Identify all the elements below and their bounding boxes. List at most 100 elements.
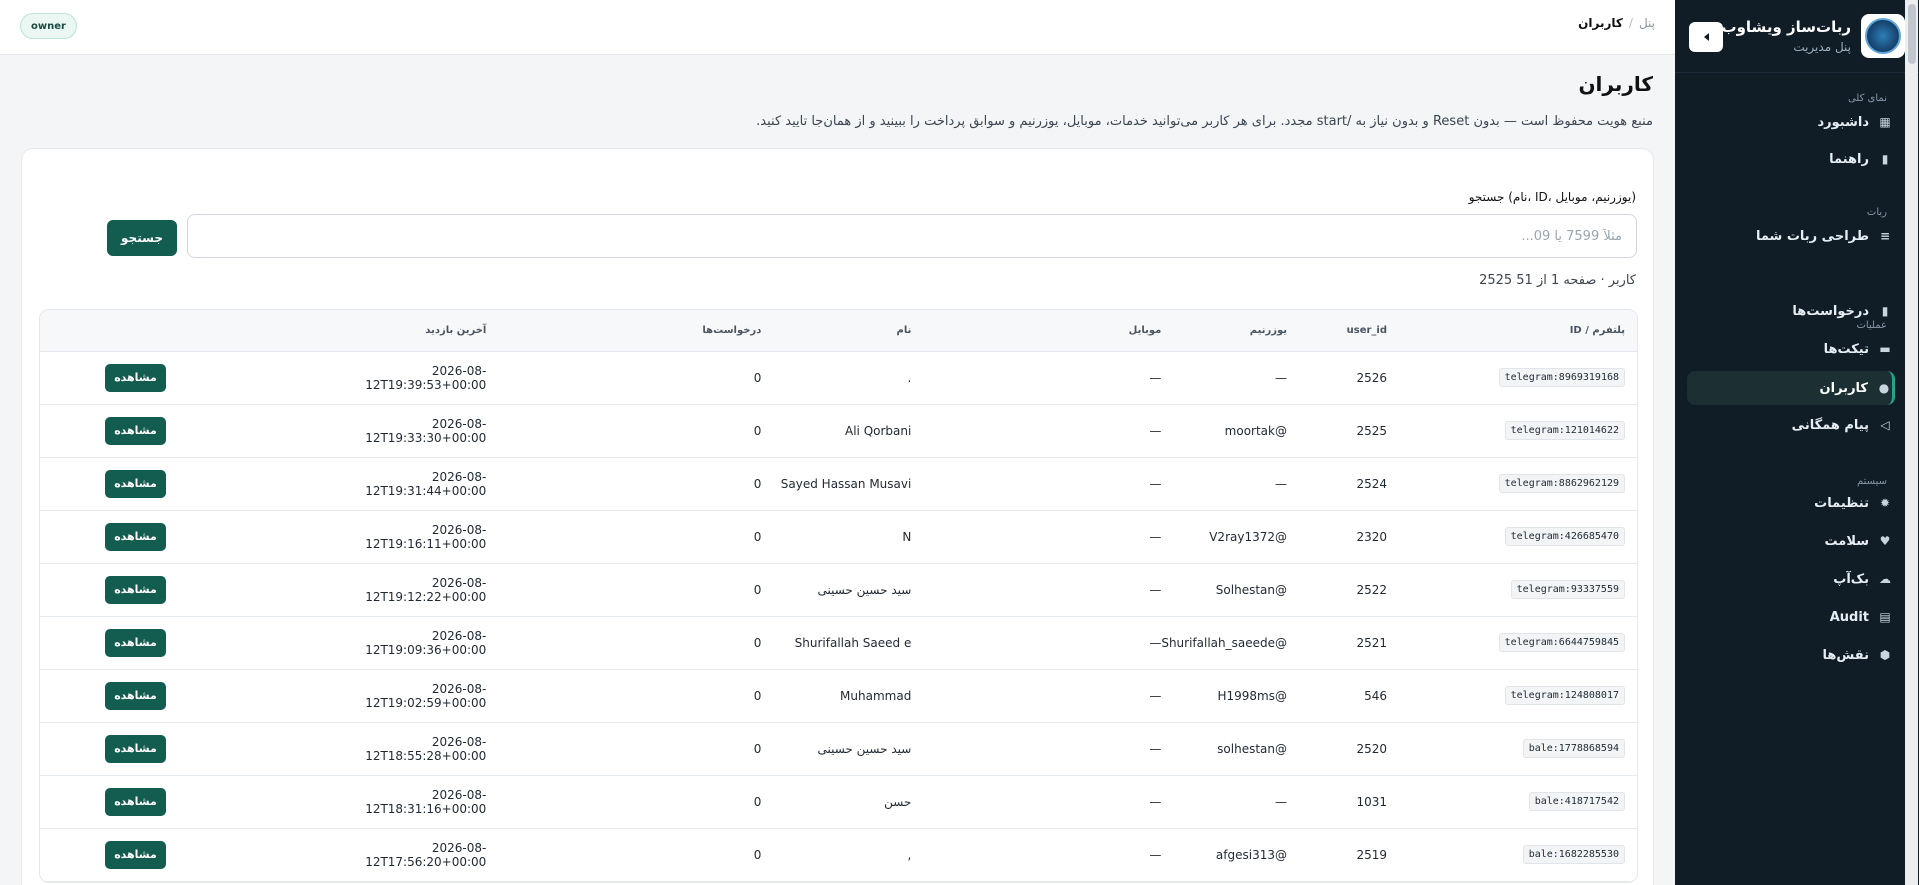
- view-user-button[interactable]: مشاهده: [105, 469, 166, 498]
- sidebar-item-3-0[interactable]: ✹ تنظیمات: [1685, 486, 1893, 520]
- search-button[interactable]: جستجو: [107, 220, 177, 256]
- requests-cell-text: 0: [753, 476, 762, 491]
- mobile-cell-text: —: [1149, 794, 1162, 809]
- sidebar-item-label: داشبورد: [1817, 114, 1869, 130]
- requests-cell-text: 0: [753, 635, 762, 650]
- scrollbar-thumb[interactable]: [1908, 4, 1916, 64]
- last-seen-cell-text: 2026-08-12T19:12:22+00:00: [365, 575, 487, 604]
- app-title: ربات‌ساز ویشاوب: [1721, 18, 1851, 36]
- bookmark-icon: ▮: [1881, 304, 1889, 318]
- page-scrollbar[interactable]: [1905, 0, 1918, 885]
- username-cell-text: @solhestan: [1217, 741, 1287, 756]
- user-id-cell-text: 2524: [1356, 476, 1387, 491]
- mobile-cell: —: [911, 775, 1162, 829]
- col-requests: درخواست‌ها: [486, 310, 762, 352]
- users-card: جستجو (نام، ID، یوزرنیم، موبایل) جستجو 2…: [21, 148, 1654, 885]
- username-cell-text: —: [1275, 370, 1287, 385]
- platform-id-cell-text: telegram:8862962129: [1498, 474, 1625, 493]
- view-user-button[interactable]: مشاهده: [105, 522, 166, 551]
- username-cell: @H1998ms: [1161, 669, 1287, 723]
- sidebar-item-2-0[interactable]: ▮ درخواست‌ها: [1685, 294, 1893, 328]
- page-title: کاربران: [1578, 72, 1653, 96]
- mobile-cell-text: —: [1149, 847, 1162, 862]
- table-row: telegram:121014622 2525 @moortak — Ali Qorba…: [40, 404, 1637, 458]
- user-icon: ●: [1878, 381, 1890, 395]
- sidebar-item-label: کاربران: [1819, 380, 1868, 396]
- sidebar-item-2-3[interactable]: ◁ پیام همگانی: [1685, 408, 1893, 442]
- mobile-cell: —: [911, 669, 1162, 723]
- view-user-button[interactable]: مشاهده: [105, 363, 166, 392]
- user-id-cell: 2526: [1287, 351, 1387, 405]
- username-cell: —: [1161, 775, 1287, 829]
- sidebar-item-3-3[interactable]: ▤ Audit: [1685, 600, 1893, 634]
- actions-cell: مشاهده: [40, 351, 360, 405]
- name-cell: Shurifallah Saeed e: [761, 616, 912, 670]
- username-cell-text: @H1998ms: [1217, 688, 1287, 703]
- user-id-cell: 2519: [1287, 828, 1387, 882]
- actions-cell: مشاهده: [40, 722, 360, 776]
- view-user-button[interactable]: مشاهده: [105, 628, 166, 657]
- sidebar-item-0-1[interactable]: ▮ راهنما: [1685, 142, 1893, 176]
- sidebar-item-0-0[interactable]: ▦ داشبورد: [1685, 105, 1893, 139]
- megaphone-icon: ◁: [1880, 418, 1890, 432]
- heart-icon: ♥: [1879, 534, 1891, 548]
- sidebar-item-3-2[interactable]: ☁ بک‌آپ: [1685, 562, 1893, 596]
- search-input[interactable]: [187, 214, 1637, 258]
- table-row: telegram:8862962129 2524 — — Sayed Hassan Mu…: [40, 457, 1637, 511]
- mobile-cell: —: [911, 457, 1162, 511]
- last-seen-cell: 2026-08-12T19:09:36+00:00: [359, 616, 487, 670]
- last-seen-cell-text: 2026-08-12T18:31:16+00:00: [365, 787, 487, 816]
- col-name: نام: [761, 310, 912, 352]
- mobile-cell: —: [911, 351, 1162, 405]
- username-cell-text: @afgesi313: [1215, 847, 1287, 862]
- requests-cell: 0: [486, 563, 762, 617]
- name-cell-text: سید حسین حسینی: [817, 741, 912, 756]
- platform-id-cell: telegram:8862962129: [1387, 457, 1637, 511]
- username-cell-text: @Solhestan: [1215, 582, 1287, 597]
- platform-id-cell-text: bale:418717542: [1528, 792, 1625, 811]
- table-row: telegram:93337559 2522 @Solhestan — سید حسین…: [40, 563, 1637, 617]
- cloud-icon: ☁: [1879, 572, 1891, 586]
- col-actions: [40, 310, 360, 352]
- sidebar-item-2-2[interactable]: ● کاربران: [1687, 371, 1895, 405]
- view-user-button[interactable]: مشاهده: [105, 681, 166, 710]
- view-user-button[interactable]: مشاهده: [105, 787, 166, 816]
- mobile-cell-text: —: [1149, 476, 1162, 491]
- name-cell: Muhammad: [761, 669, 912, 723]
- user-id-cell: 2521: [1287, 616, 1387, 670]
- name-cell-text: سید حسین حسینی: [817, 582, 912, 597]
- username-cell: @afgesi313: [1161, 828, 1287, 882]
- last-seen-cell-text: 2026-08-12T17:56:20+00:00: [365, 840, 487, 869]
- view-user-button[interactable]: مشاهده: [105, 416, 166, 445]
- user-count-pagination: 2525 کاربر · صفحه 1 از 51: [1479, 273, 1636, 288]
- sidebar-collapse-button[interactable]: [1689, 22, 1723, 52]
- mobile-cell: —: [911, 510, 1162, 564]
- actions-cell: مشاهده: [40, 616, 360, 670]
- user-id-cell: 2320: [1287, 510, 1387, 564]
- user-id-cell: 2520: [1287, 722, 1387, 776]
- requests-cell-text: 0: [753, 423, 762, 438]
- last-seen-cell: 2026-08-12T19:02:59+00:00: [359, 669, 487, 723]
- platform-id-cell: bale:1682285530: [1387, 828, 1637, 882]
- sidebar-item-2-1[interactable]: ▬ تیکت‌ها: [1685, 332, 1893, 366]
- sidebar-item-3-1[interactable]: ♥ سلامت: [1685, 524, 1893, 558]
- requests-cell: 0: [486, 457, 762, 511]
- user-id-cell-text: 546: [1364, 688, 1387, 703]
- view-user-button[interactable]: مشاهده: [105, 575, 166, 604]
- platform-id-cell-text: telegram:124808017: [1504, 686, 1625, 705]
- table-row: telegram:8969319168 2526 — —. 0 2026-08-12T19…: [40, 351, 1637, 405]
- user-id-cell-text: 1031: [1356, 794, 1387, 809]
- name-cell-text: .: [907, 370, 912, 385]
- search-label: جستجو (نام، ID، یوزرنیم، موبایل): [1468, 190, 1636, 204]
- sidebar-item-3-4[interactable]: ⬢ نقش‌ها: [1685, 638, 1893, 672]
- view-user-button[interactable]: مشاهده: [105, 840, 166, 869]
- requests-cell: 0: [486, 722, 762, 776]
- platform-id-cell: telegram:8969319168: [1387, 351, 1637, 405]
- breadcrumb: پنل / کاربران: [1578, 16, 1655, 30]
- sidebar-item-1-0[interactable]: ≡ طراحی ربات شما: [1685, 219, 1893, 253]
- breadcrumb-root[interactable]: پنل: [1639, 16, 1655, 30]
- requests-cell-text: 0: [753, 794, 762, 809]
- username-cell: @Solhestan: [1161, 563, 1287, 617]
- view-user-button[interactable]: مشاهده: [105, 734, 166, 763]
- username-cell: @moortak: [1161, 404, 1287, 458]
